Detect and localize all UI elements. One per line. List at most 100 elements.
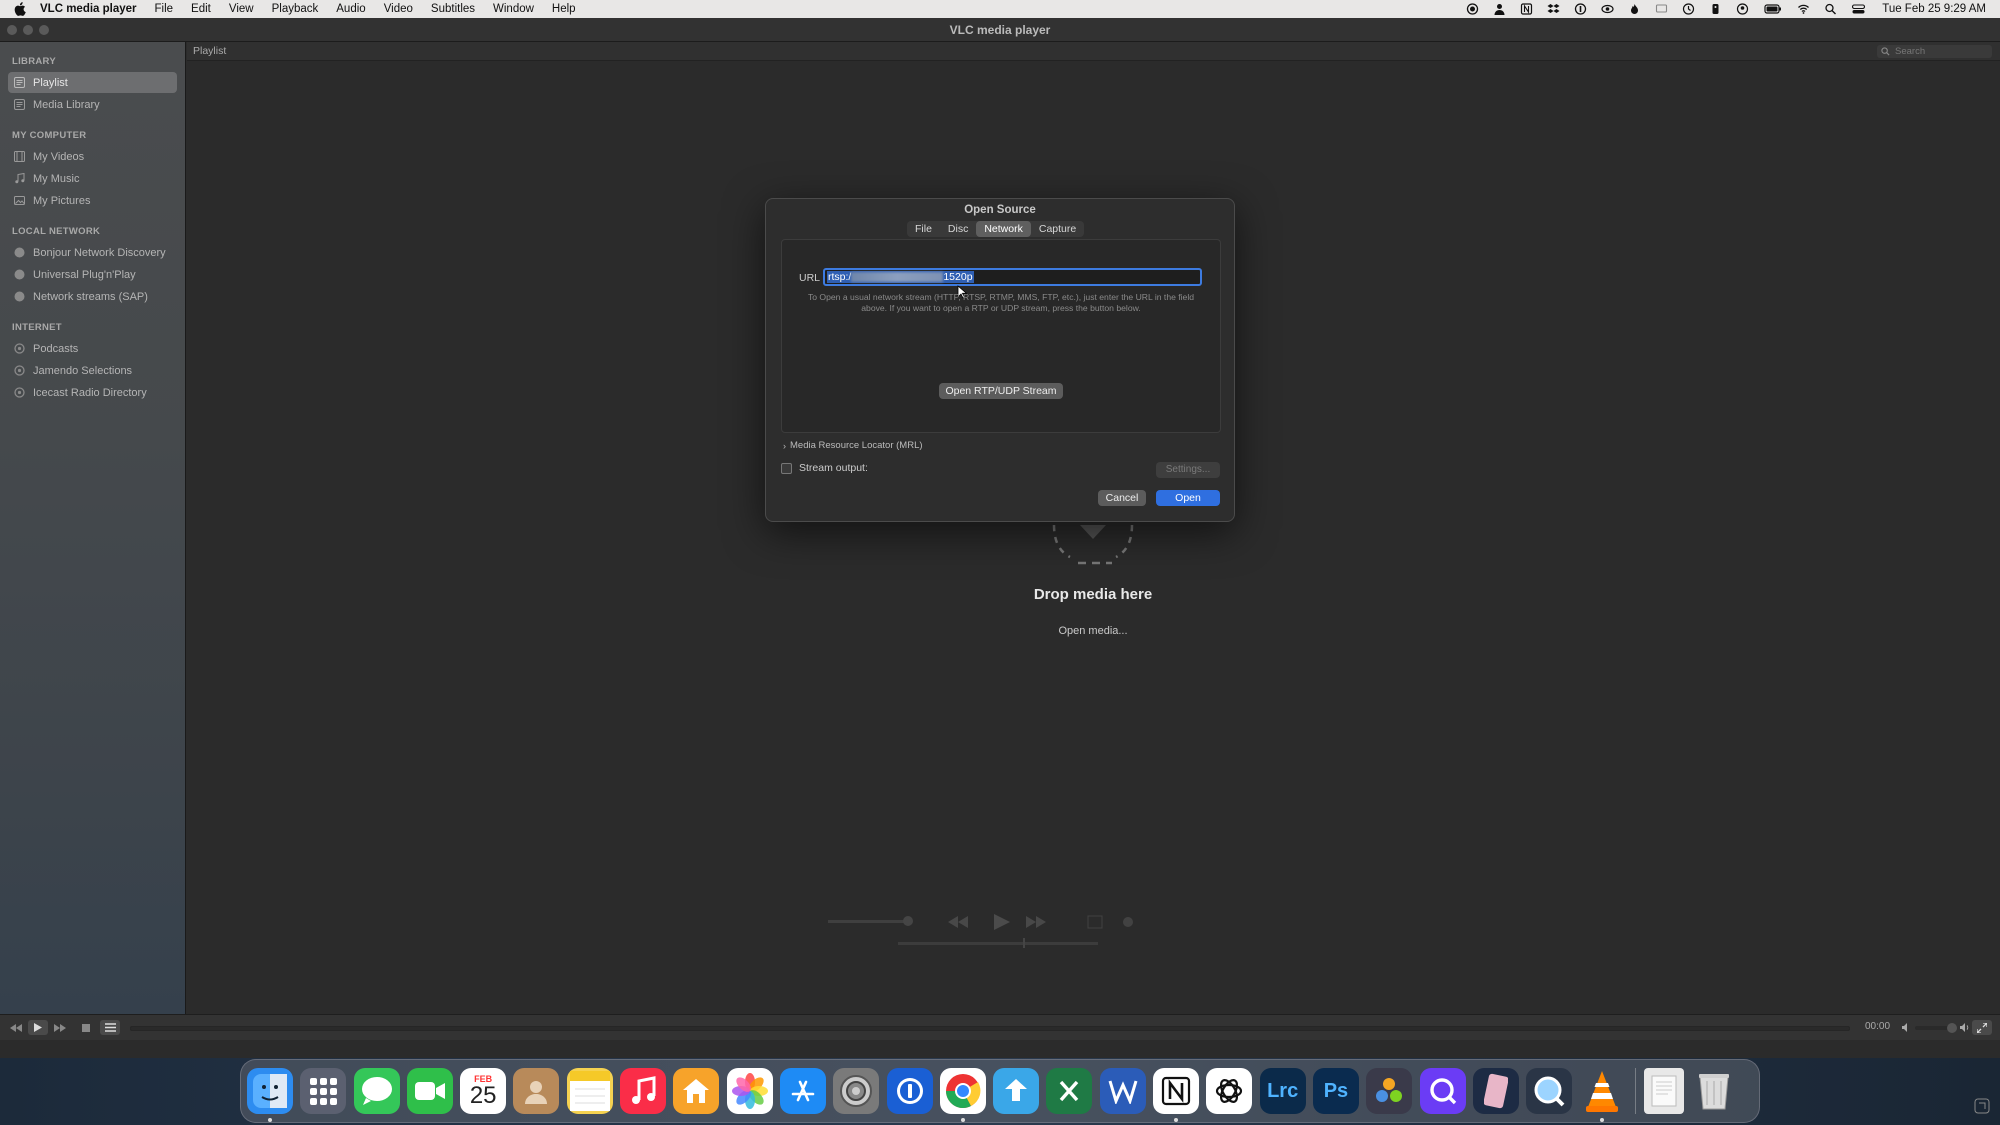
word-icon[interactable] [1099,1068,1146,1114]
sidebar-item-playlist[interactable]: Playlist [8,72,177,93]
sidebar-header-library: LIBRARY [12,56,56,67]
sidebar-item-upnp[interactable]: Universal Plug'n'Play [8,264,177,285]
davinci-resolve-icon[interactable] [1366,1068,1413,1114]
apple-icon[interactable] [14,2,26,16]
play-button[interactable] [28,1020,48,1035]
volume-low-icon[interactable] [1902,1023,1910,1032]
music-icon[interactable] [620,1068,667,1114]
spotlight-search-icon[interactable] [1824,3,1837,15]
url-label: URL [799,272,821,284]
search-input[interactable]: Search [1877,45,1992,58]
tab-file[interactable]: File [907,221,940,237]
menu-file[interactable]: File [155,3,174,15]
volume-high-icon[interactable] [1960,1023,1970,1032]
notion-icon[interactable] [1153,1068,1200,1122]
quill-icon[interactable] [1419,1068,1466,1114]
vlc-icon[interactable] [1579,1068,1625,1122]
menu-subtitles[interactable]: Subtitles [431,3,475,15]
tab-capture[interactable]: Capture [1031,221,1084,237]
chrome-icon[interactable] [939,1068,986,1122]
volume-knob[interactable] [1947,1023,1957,1033]
sidebar-item-jamendo[interactable]: Jamendo Selections [8,360,177,381]
menubar-clock[interactable]: Tue Feb 25 9:29 AM [1882,3,1986,15]
fullscreen-button[interactable] [1972,1020,1992,1035]
sidebar-item-my-videos[interactable]: My Videos [8,146,177,167]
system-settings-icon[interactable] [833,1068,880,1114]
notes-icon[interactable] [566,1068,613,1114]
zoom-window-button[interactable] [39,25,49,35]
bluetooth-device-icon[interactable] [1709,3,1722,15]
photoshop-icon[interactable]: Ps [1312,1068,1359,1114]
sidebar-item-podcasts[interactable]: Podcasts [8,338,177,359]
screenshot-tool-icon[interactable] [1472,1068,1519,1114]
menu-video[interactable]: Video [384,3,413,15]
playlist-toggle-button[interactable] [100,1020,120,1035]
tab-network[interactable]: Network [976,221,1031,237]
seek-bar[interactable] [130,1026,1850,1031]
sidebar-item-media-library[interactable]: Media Library [8,94,177,115]
documents-folder-icon[interactable] [1643,1068,1684,1114]
sidebar-item-bonjour[interactable]: Bonjour Network Discovery [8,242,177,263]
volume-slider[interactable] [1915,1023,1957,1033]
sidebar-item-label: My Pictures [33,194,91,207]
settings-button[interactable]: Settings... [1156,462,1220,478]
stream-output-label: Stream output: [799,462,868,474]
open-button[interactable]: Open [1156,490,1220,506]
stop-button[interactable] [76,1020,96,1035]
sidebar-item-label: Podcasts [33,342,79,355]
messages-icon[interactable] [353,1068,400,1114]
transfer-icon[interactable] [993,1068,1040,1114]
1password-icon[interactable] [886,1068,933,1114]
open-rtp-udp-stream-button[interactable]: Open RTP/UDP Stream [939,383,1063,399]
cancel-button[interactable]: Cancel [1098,490,1146,506]
sidebar-item-icecast[interactable]: Icecast Radio Directory [8,382,177,403]
menu-help[interactable]: Help [552,3,576,15]
menu-app-name[interactable]: VLC media player [40,3,137,15]
menu-window[interactable]: Window [493,3,534,15]
app-store-icon[interactable] [779,1068,826,1114]
time-machine-icon[interactable] [1682,3,1695,15]
trash-icon[interactable] [1691,1068,1737,1114]
menu-view[interactable]: View [229,3,254,15]
minimize-window-button[interactable] [23,25,33,35]
finder-icon[interactable] [247,1068,293,1122]
wifi-icon[interactable] [1797,3,1810,15]
close-window-button[interactable] [7,25,17,35]
url-input[interactable]: rtsp:/ 1520p [823,268,1202,286]
previous-button[interactable] [6,1020,26,1035]
person-icon[interactable] [1493,3,1506,15]
menu-playback[interactable]: Playback [272,3,319,15]
quicktime-icon[interactable] [1526,1068,1573,1114]
sidebar-item-my-pictures[interactable]: My Pictures [8,190,177,211]
photos-icon[interactable] [726,1068,773,1114]
menu-edit[interactable]: Edit [191,3,211,15]
dropbox-icon[interactable] [1547,3,1560,15]
next-button[interactable] [50,1020,70,1035]
eye-icon[interactable] [1601,3,1614,15]
chatgpt-icon[interactable] [1206,1068,1253,1114]
flame-icon[interactable] [1628,3,1641,15]
calendar-icon[interactable]: FEB 25 [460,1068,507,1114]
stream-output-checkbox[interactable]: Stream output: [781,462,868,474]
contacts-icon[interactable] [513,1068,560,1114]
user-circle-icon[interactable] [1736,3,1749,15]
sidebar-header-internet: INTERNET [12,322,62,333]
menu-audio[interactable]: Audio [336,3,365,15]
lightroom-icon[interactable]: Lrc [1259,1068,1306,1114]
record-icon[interactable] [1466,3,1479,15]
onepassword-menu-icon[interactable] [1574,3,1587,15]
excel-icon[interactable] [1046,1068,1093,1114]
open-media-button[interactable]: Open media... [1048,621,1138,641]
control-center-icon[interactable] [1851,3,1866,15]
display-icon[interactable] [1655,3,1668,15]
facetime-icon[interactable] [406,1068,453,1114]
mrl-disclosure[interactable]: › Media Resource Locator (MRL) [783,440,923,451]
battery-icon[interactable] [1763,3,1783,15]
launchpad-icon[interactable] [300,1068,347,1114]
tab-disc[interactable]: Disc [940,221,976,237]
sidebar-item-my-music[interactable]: My Music [8,168,177,189]
notion-menu-icon[interactable] [1520,3,1533,15]
home-icon[interactable] [673,1068,720,1114]
screen-corner-icon[interactable] [1974,1098,1990,1114]
sidebar-item-sap[interactable]: Network streams (SAP) [8,286,177,307]
